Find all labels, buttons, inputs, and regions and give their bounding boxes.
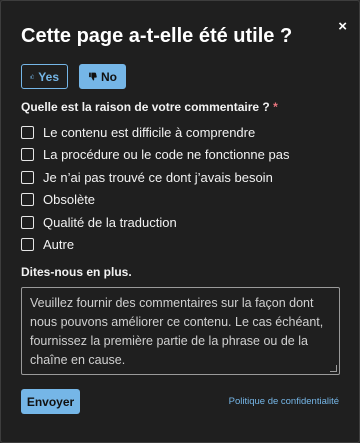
reason-option[interactable]: La procédure ou le code ne fonctionne pa…	[21, 144, 289, 167]
feedback-placeholder: Veuillez fournir des commentaires sur la…	[30, 296, 324, 367]
yes-label: Yes	[38, 69, 59, 84]
resize-handle-icon[interactable]	[330, 365, 337, 372]
thumbs-down-icon	[89, 72, 97, 81]
details-label: Dites-nous en plus.	[21, 265, 132, 279]
submit-button[interactable]: Envoyer	[21, 389, 80, 414]
option-label: Le contenu est difficile à comprendre	[43, 124, 256, 140]
thumbs-up-icon	[30, 74, 35, 79]
yes-button[interactable]: Yes	[21, 64, 68, 89]
feedback-dialog: × Cette page a-t-elle été utile ? Yes No…	[0, 0, 360, 443]
reason-option[interactable]: Qualité de la traduction	[21, 211, 289, 234]
reason-option[interactable]: Autre	[21, 234, 289, 257]
vote-buttons: Yes No	[21, 64, 126, 89]
dialog-title: Cette page a-t-elle été utile ?	[21, 25, 293, 47]
reason-options: Le contenu est difficile à comprendre La…	[21, 121, 289, 256]
reason-question: Quelle est la raison de votre commentair…	[21, 100, 278, 114]
option-label: La procédure ou le code ne fonctionne pa…	[43, 147, 290, 163]
close-icon[interactable]: ×	[338, 19, 347, 34]
reason-option[interactable]: Obsolète	[21, 189, 289, 212]
option-label: Obsolète	[43, 192, 96, 208]
reason-option[interactable]: Le contenu est difficile à comprendre	[21, 121, 289, 144]
checkbox[interactable]	[21, 193, 34, 207]
reason-option[interactable]: Je n’ai pas trouvé ce dont j’avais besoi…	[21, 166, 289, 189]
no-button[interactable]: No	[79, 64, 126, 89]
checkbox[interactable]	[21, 238, 34, 252]
reason-question-text: Quelle est la raison de votre commentair…	[21, 100, 270, 114]
checkbox[interactable]	[21, 125, 34, 139]
required-marker: *	[273, 100, 278, 114]
feedback-textarea[interactable]: Veuillez fournir des commentaires sur la…	[21, 287, 340, 375]
privacy-policy-link[interactable]: Politique de confidentialité	[229, 396, 339, 407]
option-label: Qualité de la traduction	[43, 214, 177, 230]
option-label: Autre	[43, 237, 75, 253]
no-label: No	[101, 69, 117, 84]
checkbox[interactable]	[21, 170, 34, 184]
checkbox[interactable]	[21, 148, 34, 162]
option-label: Je n’ai pas trouvé ce dont j’avais besoi…	[43, 169, 273, 185]
checkbox[interactable]	[21, 215, 34, 229]
